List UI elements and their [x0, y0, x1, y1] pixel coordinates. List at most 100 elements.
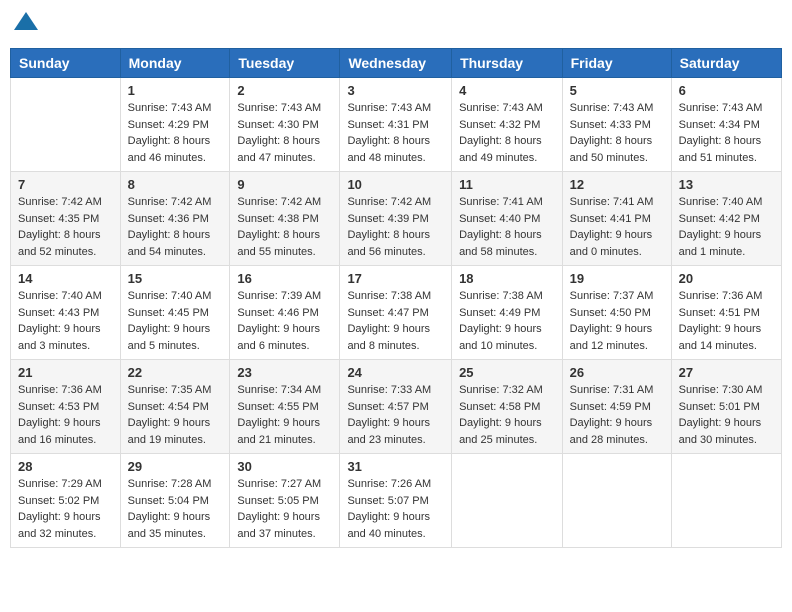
calendar-cell: 8Sunrise: 7:42 AMSunset: 4:36 PMDaylight…: [120, 172, 230, 266]
day-number: 1: [128, 83, 223, 98]
day-info: Sunrise: 7:43 AMSunset: 4:31 PMDaylight:…: [347, 100, 444, 166]
day-info: Sunrise: 7:35 AMSunset: 4:54 PMDaylight:…: [128, 382, 223, 448]
calendar-cell: 3 Sunrise: 7:43 AMSunset: 4:31 PMDaylight…: [340, 78, 452, 172]
calendar-cell: 30 Sunrise: 7:27 AMSunset: 5:05 PMDayligh…: [230, 454, 340, 548]
day-info: Sunrise: 7:30 AMSunset: 5:01 PMDaylight:…: [679, 382, 774, 448]
calendar-cell: 4 Sunrise: 7:43 AMSunset: 4:32 PMDaylight…: [452, 78, 563, 172]
day-number: 10: [347, 177, 444, 192]
day-number: 27: [679, 365, 774, 380]
calendar-cell: 28 Sunrise: 7:29 AMSunset: 5:02 PMDayligh…: [11, 454, 121, 548]
calendar-cell: 12Sunrise: 7:41 AMSunset: 4:41 PMDayligh…: [562, 172, 671, 266]
day-number: 16: [237, 271, 332, 286]
calendar-cell: 2 Sunrise: 7:43 AMSunset: 4:30 PMDaylight…: [230, 78, 340, 172]
day-info: Sunrise: 7:43 AMSunset: 4:33 PMDaylight:…: [570, 100, 664, 166]
column-header-friday: Friday: [562, 49, 671, 78]
calendar-cell: 18Sunrise: 7:38 AMSunset: 4:49 PMDayligh…: [452, 266, 563, 360]
calendar-cell: 9Sunrise: 7:42 AMSunset: 4:38 PMDaylight…: [230, 172, 340, 266]
calendar-cell: 27 Sunrise: 7:30 AMSunset: 5:01 PMDayligh…: [671, 360, 781, 454]
day-info: Sunrise: 7:40 AMSunset: 4:42 PMDaylight:…: [679, 194, 774, 260]
calendar-cell: 22 Sunrise: 7:35 AMSunset: 4:54 PMDayligh…: [120, 360, 230, 454]
calendar-cell: 25 Sunrise: 7:32 AMSunset: 4:58 PMDayligh…: [452, 360, 563, 454]
day-number: 31: [347, 459, 444, 474]
week-row-3: 14Sunrise: 7:40 AMSunset: 4:43 PMDayligh…: [11, 266, 782, 360]
column-header-wednesday: Wednesday: [340, 49, 452, 78]
day-info: Sunrise: 7:32 AMSunset: 4:58 PMDaylight:…: [459, 382, 555, 448]
day-info: Sunrise: 7:43 AMSunset: 4:30 PMDaylight:…: [237, 100, 332, 166]
day-number: 2: [237, 83, 332, 98]
calendar-cell: 6 Sunrise: 7:43 AMSunset: 4:34 PMDaylight…: [671, 78, 781, 172]
calendar-cell: 20Sunrise: 7:36 AMSunset: 4:51 PMDayligh…: [671, 266, 781, 360]
calendar-cell: [11, 78, 121, 172]
day-info: Sunrise: 7:41 AMSunset: 4:40 PMDaylight:…: [459, 194, 555, 260]
column-header-tuesday: Tuesday: [230, 49, 340, 78]
day-number: 8: [128, 177, 223, 192]
column-header-saturday: Saturday: [671, 49, 781, 78]
day-number: 28: [18, 459, 113, 474]
day-number: 17: [347, 271, 444, 286]
calendar-cell: 21 Sunrise: 7:36 AMSunset: 4:53 PMDayligh…: [11, 360, 121, 454]
day-number: 15: [128, 271, 223, 286]
calendar-cell: 31Sunrise: 7:26 AMSunset: 5:07 PMDayligh…: [340, 454, 452, 548]
column-header-thursday: Thursday: [452, 49, 563, 78]
calendar-cell: 5 Sunrise: 7:43 AMSunset: 4:33 PMDaylight…: [562, 78, 671, 172]
day-number: 26: [570, 365, 664, 380]
page-header: [10, 10, 782, 38]
week-row-4: 21 Sunrise: 7:36 AMSunset: 4:53 PMDayligh…: [11, 360, 782, 454]
day-info: Sunrise: 7:33 AMSunset: 4:57 PMDaylight:…: [347, 382, 444, 448]
day-number: 4: [459, 83, 555, 98]
day-info: Sunrise: 7:37 AMSunset: 4:50 PMDaylight:…: [570, 288, 664, 354]
calendar-cell: 10Sunrise: 7:42 AMSunset: 4:39 PMDayligh…: [340, 172, 452, 266]
calendar-cell: 1 Sunrise: 7:43 AMSunset: 4:29 PMDaylight…: [120, 78, 230, 172]
day-number: 13: [679, 177, 774, 192]
day-number: 23: [237, 365, 332, 380]
day-number: 11: [459, 177, 555, 192]
day-number: 20: [679, 271, 774, 286]
calendar-cell: [452, 454, 563, 548]
day-info: Sunrise: 7:43 AMSunset: 4:34 PMDaylight:…: [679, 100, 774, 166]
day-info: Sunrise: 7:27 AMSunset: 5:05 PMDaylight:…: [237, 476, 332, 542]
day-info: Sunrise: 7:43 AMSunset: 4:32 PMDaylight:…: [459, 100, 555, 166]
day-info: Sunrise: 7:36 AMSunset: 4:53 PMDaylight:…: [18, 382, 113, 448]
calendar-cell: [671, 454, 781, 548]
calendar-cell: 26 Sunrise: 7:31 AMSunset: 4:59 PMDayligh…: [562, 360, 671, 454]
calendar-header-row: SundayMondayTuesdayWednesdayThursdayFrid…: [11, 49, 782, 78]
calendar-cell: 13 Sunrise: 7:40 AMSunset: 4:42 PMDayligh…: [671, 172, 781, 266]
day-number: 30: [237, 459, 332, 474]
day-number: 6: [679, 83, 774, 98]
day-info: Sunrise: 7:31 AMSunset: 4:59 PMDaylight:…: [570, 382, 664, 448]
day-info: Sunrise: 7:42 AMSunset: 4:35 PMDaylight:…: [18, 194, 113, 260]
column-header-monday: Monday: [120, 49, 230, 78]
day-number: 24: [347, 365, 444, 380]
day-number: 7: [18, 177, 113, 192]
day-number: 25: [459, 365, 555, 380]
day-info: Sunrise: 7:34 AMSunset: 4:55 PMDaylight:…: [237, 382, 332, 448]
day-number: 18: [459, 271, 555, 286]
day-number: 21: [18, 365, 113, 380]
calendar-cell: 16 Sunrise: 7:39 AMSunset: 4:46 PMDayligh…: [230, 266, 340, 360]
week-row-5: 28 Sunrise: 7:29 AMSunset: 5:02 PMDayligh…: [11, 454, 782, 548]
day-number: 19: [570, 271, 664, 286]
calendar-table: SundayMondayTuesdayWednesdayThursdayFrid…: [10, 48, 782, 548]
day-info: Sunrise: 7:43 AMSunset: 4:29 PMDaylight:…: [128, 100, 223, 166]
calendar-cell: 24 Sunrise: 7:33 AMSunset: 4:57 PMDayligh…: [340, 360, 452, 454]
day-number: 9: [237, 177, 332, 192]
day-info: Sunrise: 7:39 AMSunset: 4:46 PMDaylight:…: [237, 288, 332, 354]
week-row-1: 1 Sunrise: 7:43 AMSunset: 4:29 PMDaylight…: [11, 78, 782, 172]
calendar-cell: 11 Sunrise: 7:41 AMSunset: 4:40 PMDayligh…: [452, 172, 563, 266]
day-number: 3: [347, 83, 444, 98]
calendar-cell: 19 Sunrise: 7:37 AMSunset: 4:50 PMDayligh…: [562, 266, 671, 360]
calendar-cell: 23 Sunrise: 7:34 AMSunset: 4:55 PMDayligh…: [230, 360, 340, 454]
day-number: 22: [128, 365, 223, 380]
day-info: Sunrise: 7:29 AMSunset: 5:02 PMDaylight:…: [18, 476, 113, 542]
logo-icon: [12, 10, 40, 38]
day-info: Sunrise: 7:40 AMSunset: 4:45 PMDaylight:…: [128, 288, 223, 354]
day-info: Sunrise: 7:28 AMSunset: 5:04 PMDaylight:…: [128, 476, 223, 542]
day-number: 29: [128, 459, 223, 474]
calendar-cell: 15 Sunrise: 7:40 AMSunset: 4:45 PMDayligh…: [120, 266, 230, 360]
calendar-cell: 17 Sunrise: 7:38 AMSunset: 4:47 PMDayligh…: [340, 266, 452, 360]
week-row-2: 7 Sunrise: 7:42 AMSunset: 4:35 PMDaylight…: [11, 172, 782, 266]
day-info: Sunrise: 7:38 AMSunset: 4:47 PMDaylight:…: [347, 288, 444, 354]
calendar-cell: 7 Sunrise: 7:42 AMSunset: 4:35 PMDaylight…: [11, 172, 121, 266]
day-number: 5: [570, 83, 664, 98]
day-number: 12: [570, 177, 664, 192]
